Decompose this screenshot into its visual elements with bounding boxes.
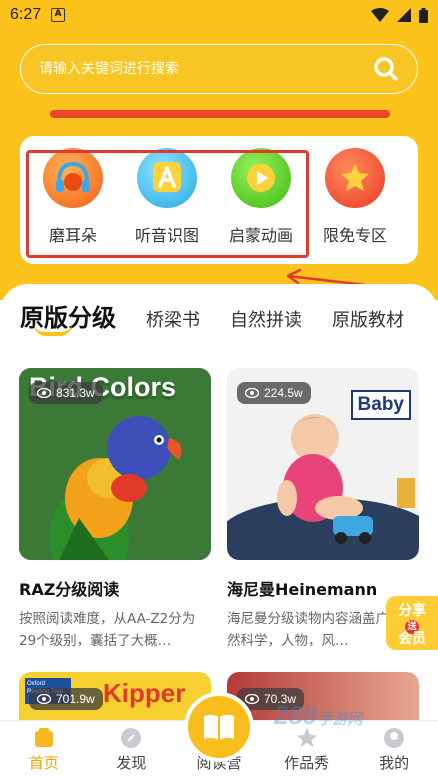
shortcut-label: 听音识图	[134, 226, 199, 245]
headphones-icon	[43, 148, 103, 208]
play-icon	[231, 148, 291, 208]
reading-camp-button[interactable]	[188, 696, 250, 758]
cover-text: Baby	[350, 390, 411, 420]
view-count-badge: 224.5w	[237, 382, 311, 404]
category-tabs: 原版分级 桥梁书 自然拼读 原版教材	[20, 298, 438, 333]
search-bar[interactable]	[20, 44, 418, 94]
shortcut-item-qimeng[interactable]: 启蒙动画	[214, 148, 308, 246]
eye-icon	[245, 694, 259, 704]
share-vip-badge[interactable]: 分享 送 会员	[386, 596, 438, 650]
nav-label: 发现	[116, 754, 147, 772]
battery-icon	[419, 7, 428, 23]
tab-yuanban-jiaocai[interactable]: 原版教材	[332, 306, 404, 332]
shortcut-row: 磨耳朵 听音识图 启蒙动画 限免专区	[26, 148, 402, 246]
nav-discover[interactable]: 发现	[88, 721, 176, 779]
star-badge-icon	[325, 148, 385, 208]
status-bar: 6:27 A	[0, 0, 438, 30]
eye-icon	[37, 694, 51, 704]
tab-ziran-pindu[interactable]: 自然拼读	[230, 306, 302, 332]
compass-icon	[121, 728, 142, 748]
nav-label: 首页	[28, 754, 59, 772]
view-count: 701.9w	[56, 692, 95, 706]
book-cover: Bird Colors 831.3w	[19, 368, 211, 560]
wifi-icon	[371, 8, 389, 22]
share-badge-bottom: 会员	[398, 631, 426, 647]
cover-text: Kipper	[103, 678, 186, 708]
shortcut-item-xianmian[interactable]: 限免专区	[308, 148, 402, 246]
status-time: 6:27	[10, 6, 42, 23]
active-tab-indicator	[34, 324, 72, 336]
view-count-badge: 701.9w	[29, 688, 103, 710]
eye-icon	[245, 388, 259, 398]
book-description: 按照阅读难度，从AA-Z2分为29个级别，囊括了大概…	[19, 611, 196, 649]
shortcut-label: 启蒙动画	[228, 226, 293, 245]
nav-me[interactable]: 我的	[350, 721, 438, 779]
shortcut-label: 限免专区	[322, 226, 387, 245]
nav-label: 我的	[379, 754, 410, 772]
tab-qiaoliangshu[interactable]: 桥梁书	[146, 306, 200, 332]
view-count-badge: 831.3w	[29, 382, 103, 404]
letter-a-icon	[137, 148, 197, 208]
book-card-raz[interactable]: Bird Colors 831.3w RAZ分级阅读 按照阅读难度，从AA-Z2…	[19, 368, 211, 652]
signal-icon	[397, 8, 411, 22]
watermark-main: 289	[274, 700, 318, 730]
banner-edge	[50, 110, 390, 118]
book-icon	[204, 714, 234, 740]
book-cover: Baby 224.5w	[227, 368, 419, 560]
view-count: 224.5w	[264, 386, 303, 400]
watermark-sub: 手游网	[317, 711, 363, 728]
search-input[interactable]	[39, 61, 373, 77]
eye-icon	[37, 388, 51, 398]
user-icon	[384, 728, 405, 748]
nav-label: 作品秀	[284, 754, 330, 772]
shortcut-item-tingyin[interactable]: 听音识图	[120, 148, 214, 246]
watermark: 289手游网	[274, 700, 362, 731]
shortcut-item-moerduo[interactable]: 磨耳朵	[26, 148, 120, 246]
shortcut-label: 磨耳朵	[48, 226, 97, 245]
book-title: RAZ分级阅读	[19, 580, 120, 599]
notification-icon: A	[51, 8, 66, 22]
search-icon[interactable]	[373, 56, 399, 82]
nav-home[interactable]: 首页	[0, 721, 88, 779]
view-count: 831.3w	[56, 386, 95, 400]
home-icon	[34, 728, 53, 747]
book-card-kipper[interactable]: Oxford Reading Tree Kipper 701.9w	[19, 672, 211, 722]
